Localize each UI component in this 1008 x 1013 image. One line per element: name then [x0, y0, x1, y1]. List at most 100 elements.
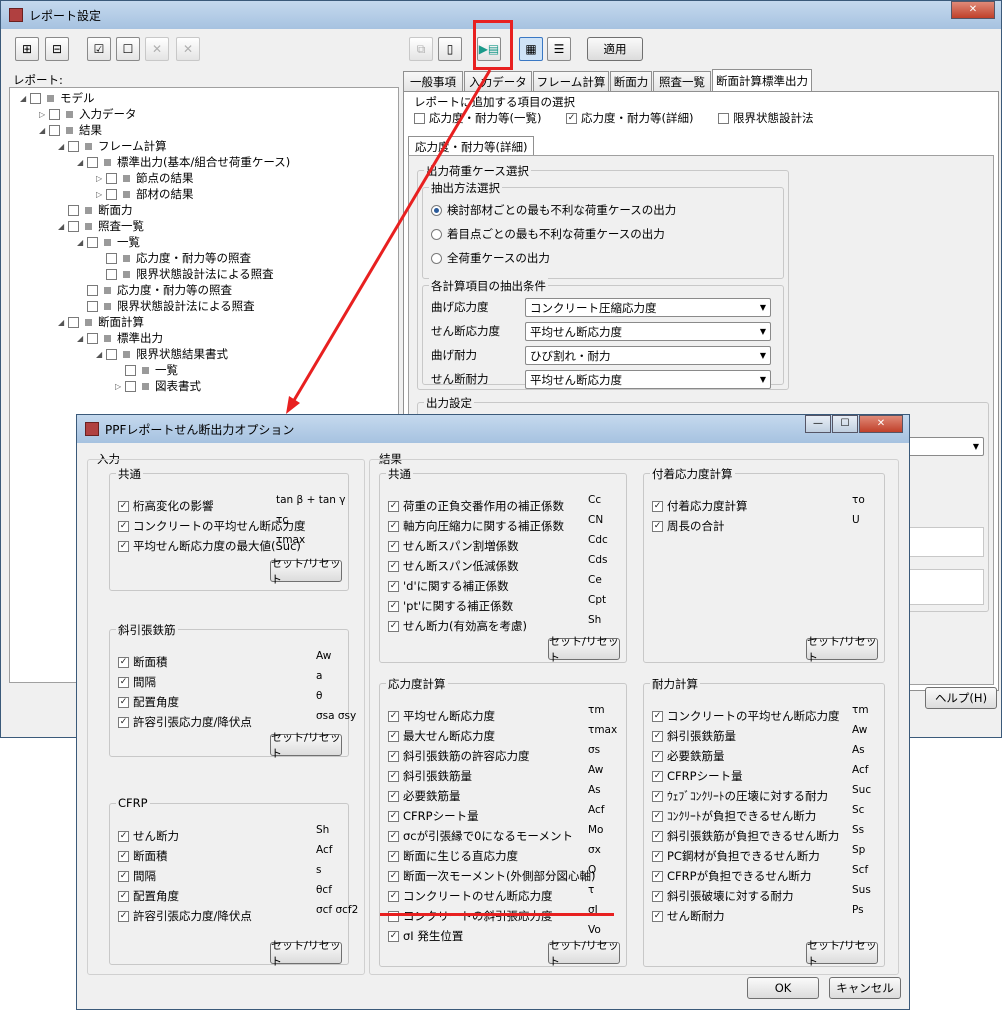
checkbox[interactable] — [388, 770, 399, 782]
option-checkbox[interactable]: 断面一次モーメント(外側部分図心軸) — [388, 868, 596, 884]
option-checkbox[interactable]: 断面に生じる直応力度 — [388, 848, 518, 864]
checkbox[interactable] — [118, 870, 129, 882]
checkbox[interactable] — [388, 930, 399, 942]
minimize-icon[interactable]: — — [805, 415, 831, 433]
dialog-close-icon[interactable]: ✕ — [859, 415, 903, 433]
option-checkbox[interactable]: 必要鉄筋量 — [652, 748, 725, 764]
checkbox[interactable] — [388, 520, 399, 532]
option-checkbox[interactable]: CFRPが負担できるせん断力 — [652, 868, 811, 884]
option-checkbox[interactable]: 'd'に関する補正係数 — [388, 578, 509, 594]
checkbox[interactable] — [652, 790, 663, 802]
option-checkbox[interactable]: 斜引張鉄筋量 — [652, 728, 736, 744]
checkbox[interactable] — [652, 730, 663, 742]
checkbox[interactable] — [118, 500, 129, 512]
option-checkbox[interactable]: コンクリートの斜引張応力度 — [388, 908, 553, 924]
checkbox[interactable] — [388, 710, 399, 722]
option-checkbox[interactable]: コンクリートの平均せん断応力度 — [652, 708, 840, 724]
option-label: 必要鉄筋量 — [403, 789, 461, 803]
cancel-button[interactable]: キャンセル — [829, 977, 901, 999]
checkbox[interactable] — [388, 830, 399, 842]
option-checkbox[interactable]: 斜引張鉄筋の許容応力度 — [388, 748, 530, 764]
checkbox[interactable] — [388, 540, 399, 552]
option-checkbox[interactable]: CFRPシート量 — [388, 808, 479, 824]
option-checkbox[interactable]: 許容引張応力度/降伏点 — [118, 908, 252, 924]
checkbox[interactable] — [118, 656, 129, 668]
checkbox[interactable] — [388, 580, 399, 592]
option-checkbox[interactable]: 最大せん断応力度 — [388, 728, 495, 744]
checkbox[interactable] — [388, 600, 399, 612]
option-checkbox[interactable]: 許容引張応力度/降伏点 — [118, 714, 252, 730]
checkbox[interactable] — [652, 750, 663, 762]
checkbox[interactable] — [118, 676, 129, 688]
checkbox[interactable] — [388, 750, 399, 762]
option-checkbox[interactable]: せん断力 — [118, 828, 179, 844]
checkbox[interactable] — [652, 810, 663, 822]
checkbox[interactable] — [652, 850, 663, 862]
maximize-icon[interactable]: ☐ — [832, 415, 858, 433]
option-checkbox[interactable]: せん断力(有効高を考慮) — [388, 618, 527, 634]
set-reset-button[interactable]: セット/リセット — [806, 635, 878, 664]
checkbox[interactable] — [388, 850, 399, 862]
checkbox[interactable] — [388, 790, 399, 802]
option-checkbox[interactable]: CFRPシート量 — [652, 768, 743, 784]
set-reset-button[interactable]: セット/リセット — [270, 557, 342, 586]
option-checkbox[interactable]: 斜引張鉄筋量 — [388, 768, 472, 784]
checkbox[interactable] — [388, 810, 399, 822]
set-reset-button[interactable]: セット/リセット — [548, 939, 620, 968]
set-reset-button[interactable]: セット/リセット — [548, 635, 620, 664]
set-reset-button[interactable]: セット/リセット — [270, 731, 342, 760]
option-checkbox[interactable]: 周長の合計 — [652, 518, 725, 534]
option-checkbox[interactable]: 間隔 — [118, 868, 156, 884]
option-checkbox[interactable]: σI 発生位置 — [388, 928, 463, 944]
checkbox[interactable] — [118, 696, 129, 708]
checkbox[interactable] — [118, 520, 129, 532]
set-reset-button[interactable]: セット/リセット — [806, 939, 878, 968]
checkbox[interactable] — [118, 910, 129, 922]
option-checkbox[interactable]: コンクリートのせん断応力度 — [388, 888, 553, 904]
option-checkbox[interactable]: ｳｪﾌﾞｺﾝｸﾘｰﾄの圧壊に対する耐力 — [652, 788, 828, 804]
option-checkbox[interactable]: せん断スパン割増係数 — [388, 538, 519, 554]
option-checkbox[interactable]: ｺﾝｸﾘｰﾄが負担できるせん断力 — [652, 808, 816, 824]
ok-button[interactable]: OK — [747, 977, 819, 999]
option-checkbox[interactable]: 配置角度 — [118, 888, 179, 904]
option-checkbox[interactable]: せん断耐力 — [652, 908, 725, 924]
option-checkbox[interactable]: せん断スパン低減係数 — [388, 558, 519, 574]
set-reset-button[interactable]: セット/リセット — [270, 939, 342, 968]
checkbox[interactable] — [118, 890, 129, 902]
checkbox[interactable] — [652, 870, 663, 882]
option-checkbox[interactable]: 間隔 — [118, 674, 156, 690]
checkbox[interactable] — [652, 910, 663, 922]
checkbox[interactable] — [118, 830, 129, 842]
option-checkbox[interactable]: 軸方向圧縮力に関する補正係数 — [388, 518, 564, 534]
checkbox[interactable] — [652, 770, 663, 782]
group-res_strength: 耐力計算コンクリートの平均せん断応力度 τm 斜引張鉄筋量 Aw 必要鉄筋量 As CFRP… — [643, 676, 885, 968]
checkbox[interactable] — [388, 730, 399, 742]
checkbox[interactable] — [118, 540, 129, 552]
option-checkbox[interactable]: 'pt'に関する補正係数 — [388, 598, 513, 614]
option-checkbox[interactable]: PC鋼材が負担できるせん断力 — [652, 848, 820, 864]
option-checkbox[interactable]: 斜引張破壊に対する耐力 — [652, 888, 794, 904]
checkbox[interactable] — [388, 500, 399, 512]
checkbox[interactable] — [652, 710, 663, 722]
option-checkbox[interactable]: 付着応力度計算 — [652, 498, 748, 514]
option-checkbox[interactable]: 配置角度 — [118, 694, 179, 710]
option-checkbox[interactable]: 平均せん断応力度の最大値(Suc) — [118, 538, 301, 554]
checkbox[interactable] — [652, 830, 663, 842]
checkbox[interactable] — [652, 890, 663, 902]
checkbox[interactable] — [388, 870, 399, 882]
checkbox[interactable] — [652, 500, 663, 512]
option-checkbox[interactable]: 桁高変化の影響 — [118, 498, 214, 514]
option-checkbox[interactable]: 断面積 — [118, 654, 168, 670]
checkbox[interactable] — [652, 520, 663, 532]
checkbox[interactable] — [388, 560, 399, 572]
option-checkbox[interactable]: σcが引張縁で0になるモーメント — [388, 828, 573, 844]
checkbox[interactable] — [118, 716, 129, 728]
option-checkbox[interactable]: 断面積 — [118, 848, 168, 864]
option-checkbox[interactable]: 荷重の正負交番作用の補正係数 — [388, 498, 564, 514]
option-checkbox[interactable]: 平均せん断応力度 — [388, 708, 495, 724]
option-checkbox[interactable]: 斜引張鉄筋が負担できるせん断力 — [652, 828, 839, 844]
checkbox[interactable] — [388, 620, 399, 632]
option-checkbox[interactable]: 必要鉄筋量 — [388, 788, 461, 804]
checkbox[interactable] — [118, 850, 129, 862]
checkbox[interactable] — [388, 890, 399, 902]
